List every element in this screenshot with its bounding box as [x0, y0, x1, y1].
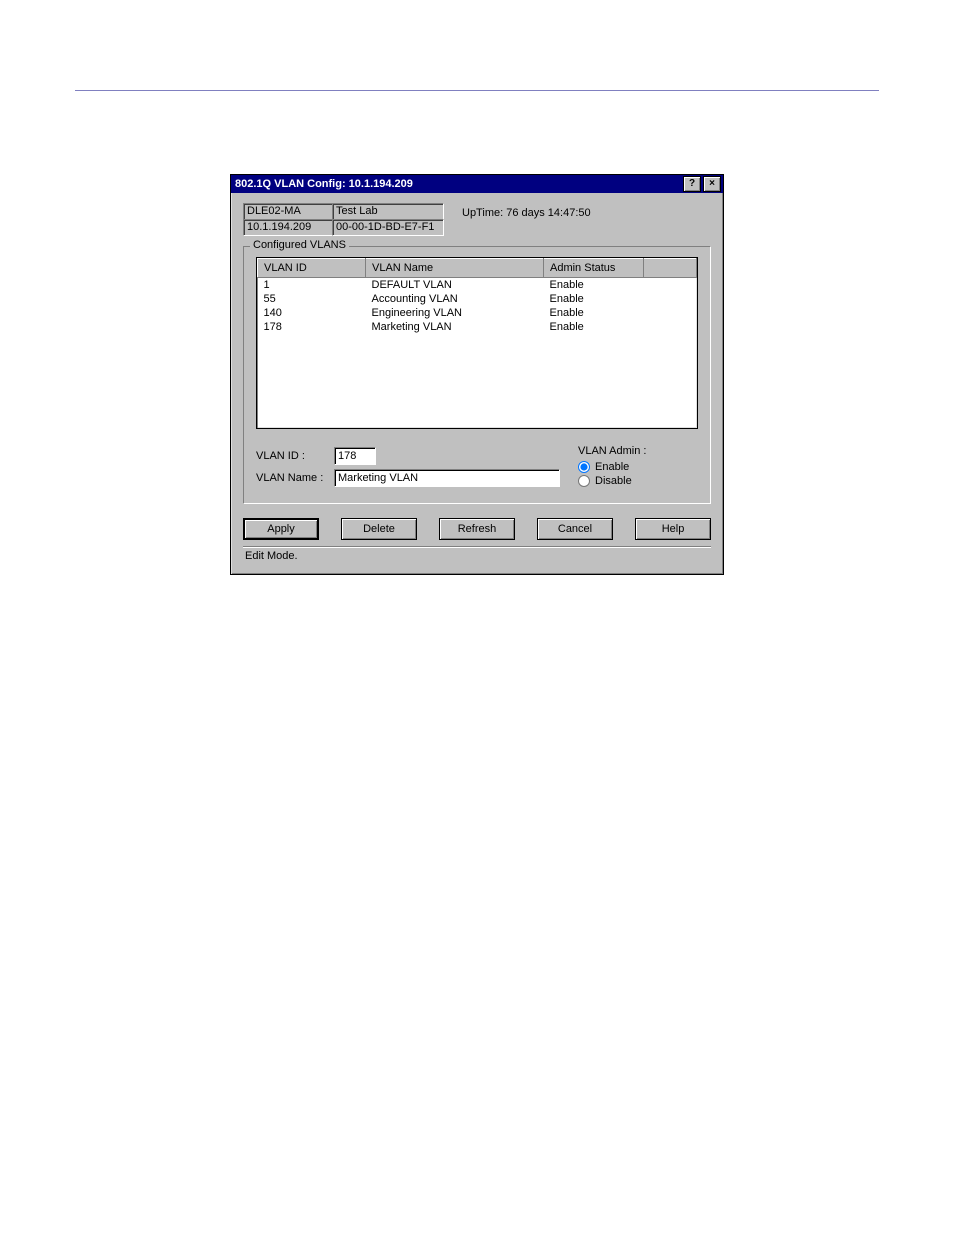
titlebar: 802.1Q VLAN Config: 10.1.194.209 ? ×: [231, 175, 723, 193]
table-row[interactable]: 178 Marketing VLAN Enable: [258, 320, 697, 334]
close-icon[interactable]: ×: [703, 176, 721, 192]
apply-button[interactable]: Apply: [243, 518, 319, 540]
group-label: Configured VLANS: [250, 239, 349, 251]
vlan-listbox[interactable]: VLAN ID VLAN Name Admin Status 1 DEFAULT…: [256, 257, 698, 429]
help-icon[interactable]: ?: [683, 176, 701, 192]
vlan-config-window: 802.1Q VLAN Config: 10.1.194.209 ? × DLE…: [230, 174, 724, 575]
device-info-panel: DLE02-MA 10.1.194.209 Test Lab 00-00-1D-…: [243, 203, 711, 236]
button-row: Apply Delete Refresh Cancel Help: [243, 518, 711, 540]
window-title: 802.1Q VLAN Config: 10.1.194.209: [233, 178, 681, 190]
help-button[interactable]: Help: [635, 518, 711, 540]
radio-enable-input[interactable]: [578, 461, 590, 473]
vlan-id-input[interactable]: [334, 447, 376, 465]
status-bar: Edit Mode.: [243, 546, 711, 568]
device-name-field: DLE02-MA: [243, 203, 333, 220]
vlan-id-label: VLAN ID :: [256, 450, 334, 462]
cancel-button[interactable]: Cancel: [537, 518, 613, 540]
refresh-button[interactable]: Refresh: [439, 518, 515, 540]
vlan-table: VLAN ID VLAN Name Admin Status 1 DEFAULT…: [257, 258, 697, 334]
radio-disable[interactable]: Disable: [578, 475, 698, 487]
radio-enable[interactable]: Enable: [578, 461, 698, 473]
device-ip-field: 10.1.194.209: [243, 219, 333, 236]
col-header-vlan-id[interactable]: VLAN ID: [258, 259, 366, 278]
delete-button[interactable]: Delete: [341, 518, 417, 540]
vlan-name-label: VLAN Name :: [256, 472, 334, 484]
radio-disable-input[interactable]: [578, 475, 590, 487]
device-mac-field: 00-00-1D-BD-E7-F1: [332, 219, 444, 236]
uptime-label: UpTime: 76 days 14:47:50: [444, 203, 591, 236]
col-header-vlan-name[interactable]: VLAN Name: [366, 259, 544, 278]
status-text: Edit Mode.: [245, 550, 298, 562]
table-row[interactable]: 1 DEFAULT VLAN Enable: [258, 278, 697, 293]
configured-vlans-group: Configured VLANS VLAN ID VLAN Name Admin…: [243, 246, 711, 504]
table-row[interactable]: 140 Engineering VLAN Enable: [258, 306, 697, 320]
page-divider: [75, 90, 879, 94]
device-location-field: Test Lab: [332, 203, 444, 220]
vlan-name-input[interactable]: [334, 469, 560, 487]
col-header-spacer: [644, 259, 697, 278]
col-header-admin-status[interactable]: Admin Status: [544, 259, 644, 278]
table-row[interactable]: 55 Accounting VLAN Enable: [258, 292, 697, 306]
vlan-admin-label: VLAN Admin :: [578, 445, 698, 457]
